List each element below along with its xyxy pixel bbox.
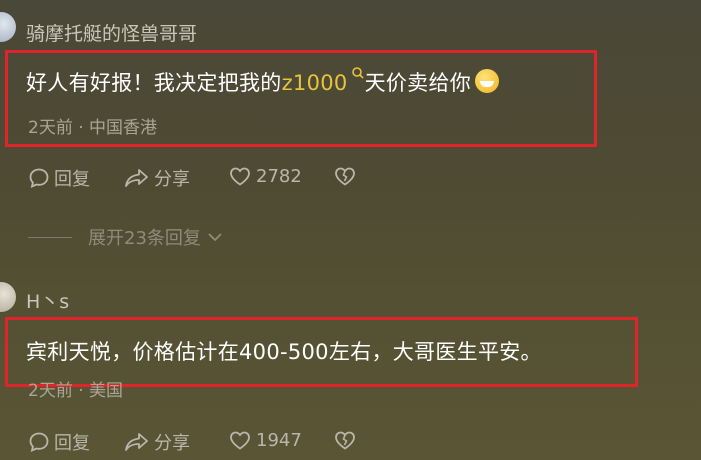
like-count: 2782: [256, 165, 302, 187]
search-keyword-text: z1000: [281, 71, 348, 95]
share-arrow-icon: [125, 433, 148, 451]
reply-button[interactable]: 回复: [28, 429, 90, 455]
share-label: 分享: [154, 433, 190, 454]
share-button[interactable]: 分享: [124, 429, 190, 455]
broken-heart-icon: [335, 431, 355, 450]
reply-label: 回复: [54, 433, 90, 454]
comment-location: 美国: [89, 381, 124, 401]
meta-separator: ·: [78, 118, 84, 138]
search-keyword-link[interactable]: z1000: [281, 67, 365, 95]
grin-emoji-icon: [475, 69, 500, 93]
comment-username[interactable]: H丶s: [26, 287, 69, 314]
comment-username[interactable]: 骑摩托艇的怪兽哥哥: [26, 19, 197, 46]
like-count: 1947: [256, 429, 302, 451]
comment-time: 2天前: [28, 381, 73, 401]
heart-icon: [230, 431, 250, 450]
like-button[interactable]: 2782: [228, 165, 302, 187]
like-button[interactable]: 1947: [228, 429, 302, 451]
chevron-down-icon: [208, 233, 222, 242]
dislike-button[interactable]: [333, 429, 357, 451]
comment-meta: 2天前 · 中国香港: [28, 113, 157, 138]
comment-text-start: 好人有好报！我决定把我的: [26, 71, 282, 95]
meta-separator: ·: [78, 381, 84, 401]
share-button[interactable]: 分享: [124, 165, 190, 191]
heart-icon: [230, 167, 250, 186]
avatar[interactable]: [0, 12, 16, 42]
comment-bubble-icon: [29, 432, 49, 453]
expand-replies-label: 展开23条回复: [88, 228, 201, 249]
share-arrow-icon: [125, 169, 148, 187]
comment-bubble-icon: [29, 168, 49, 189]
dislike-button[interactable]: [333, 165, 357, 187]
share-label: 分享: [154, 169, 190, 190]
comment-text: 好人有好报！我决定把我的z1000 天价卖给你: [26, 66, 500, 97]
comment-location: 中国香港: [89, 118, 158, 138]
reply-button[interactable]: 回复: [28, 165, 90, 191]
comment-text: 宾利天悦，价格估计在400-500左右，大哥医生平安。: [26, 340, 542, 364]
avatar[interactable]: [0, 282, 16, 312]
comment-text-end: 天价卖给你: [364, 71, 472, 95]
search-icon: [351, 67, 364, 79]
reply-label: 回复: [54, 169, 90, 190]
comment-time: 2天前: [28, 118, 73, 138]
broken-heart-icon: [335, 167, 355, 186]
expand-replies-button[interactable]: 展开23条回复: [28, 224, 223, 250]
divider: [28, 236, 72, 238]
comment-meta: 2天前 · 美国: [28, 376, 123, 401]
